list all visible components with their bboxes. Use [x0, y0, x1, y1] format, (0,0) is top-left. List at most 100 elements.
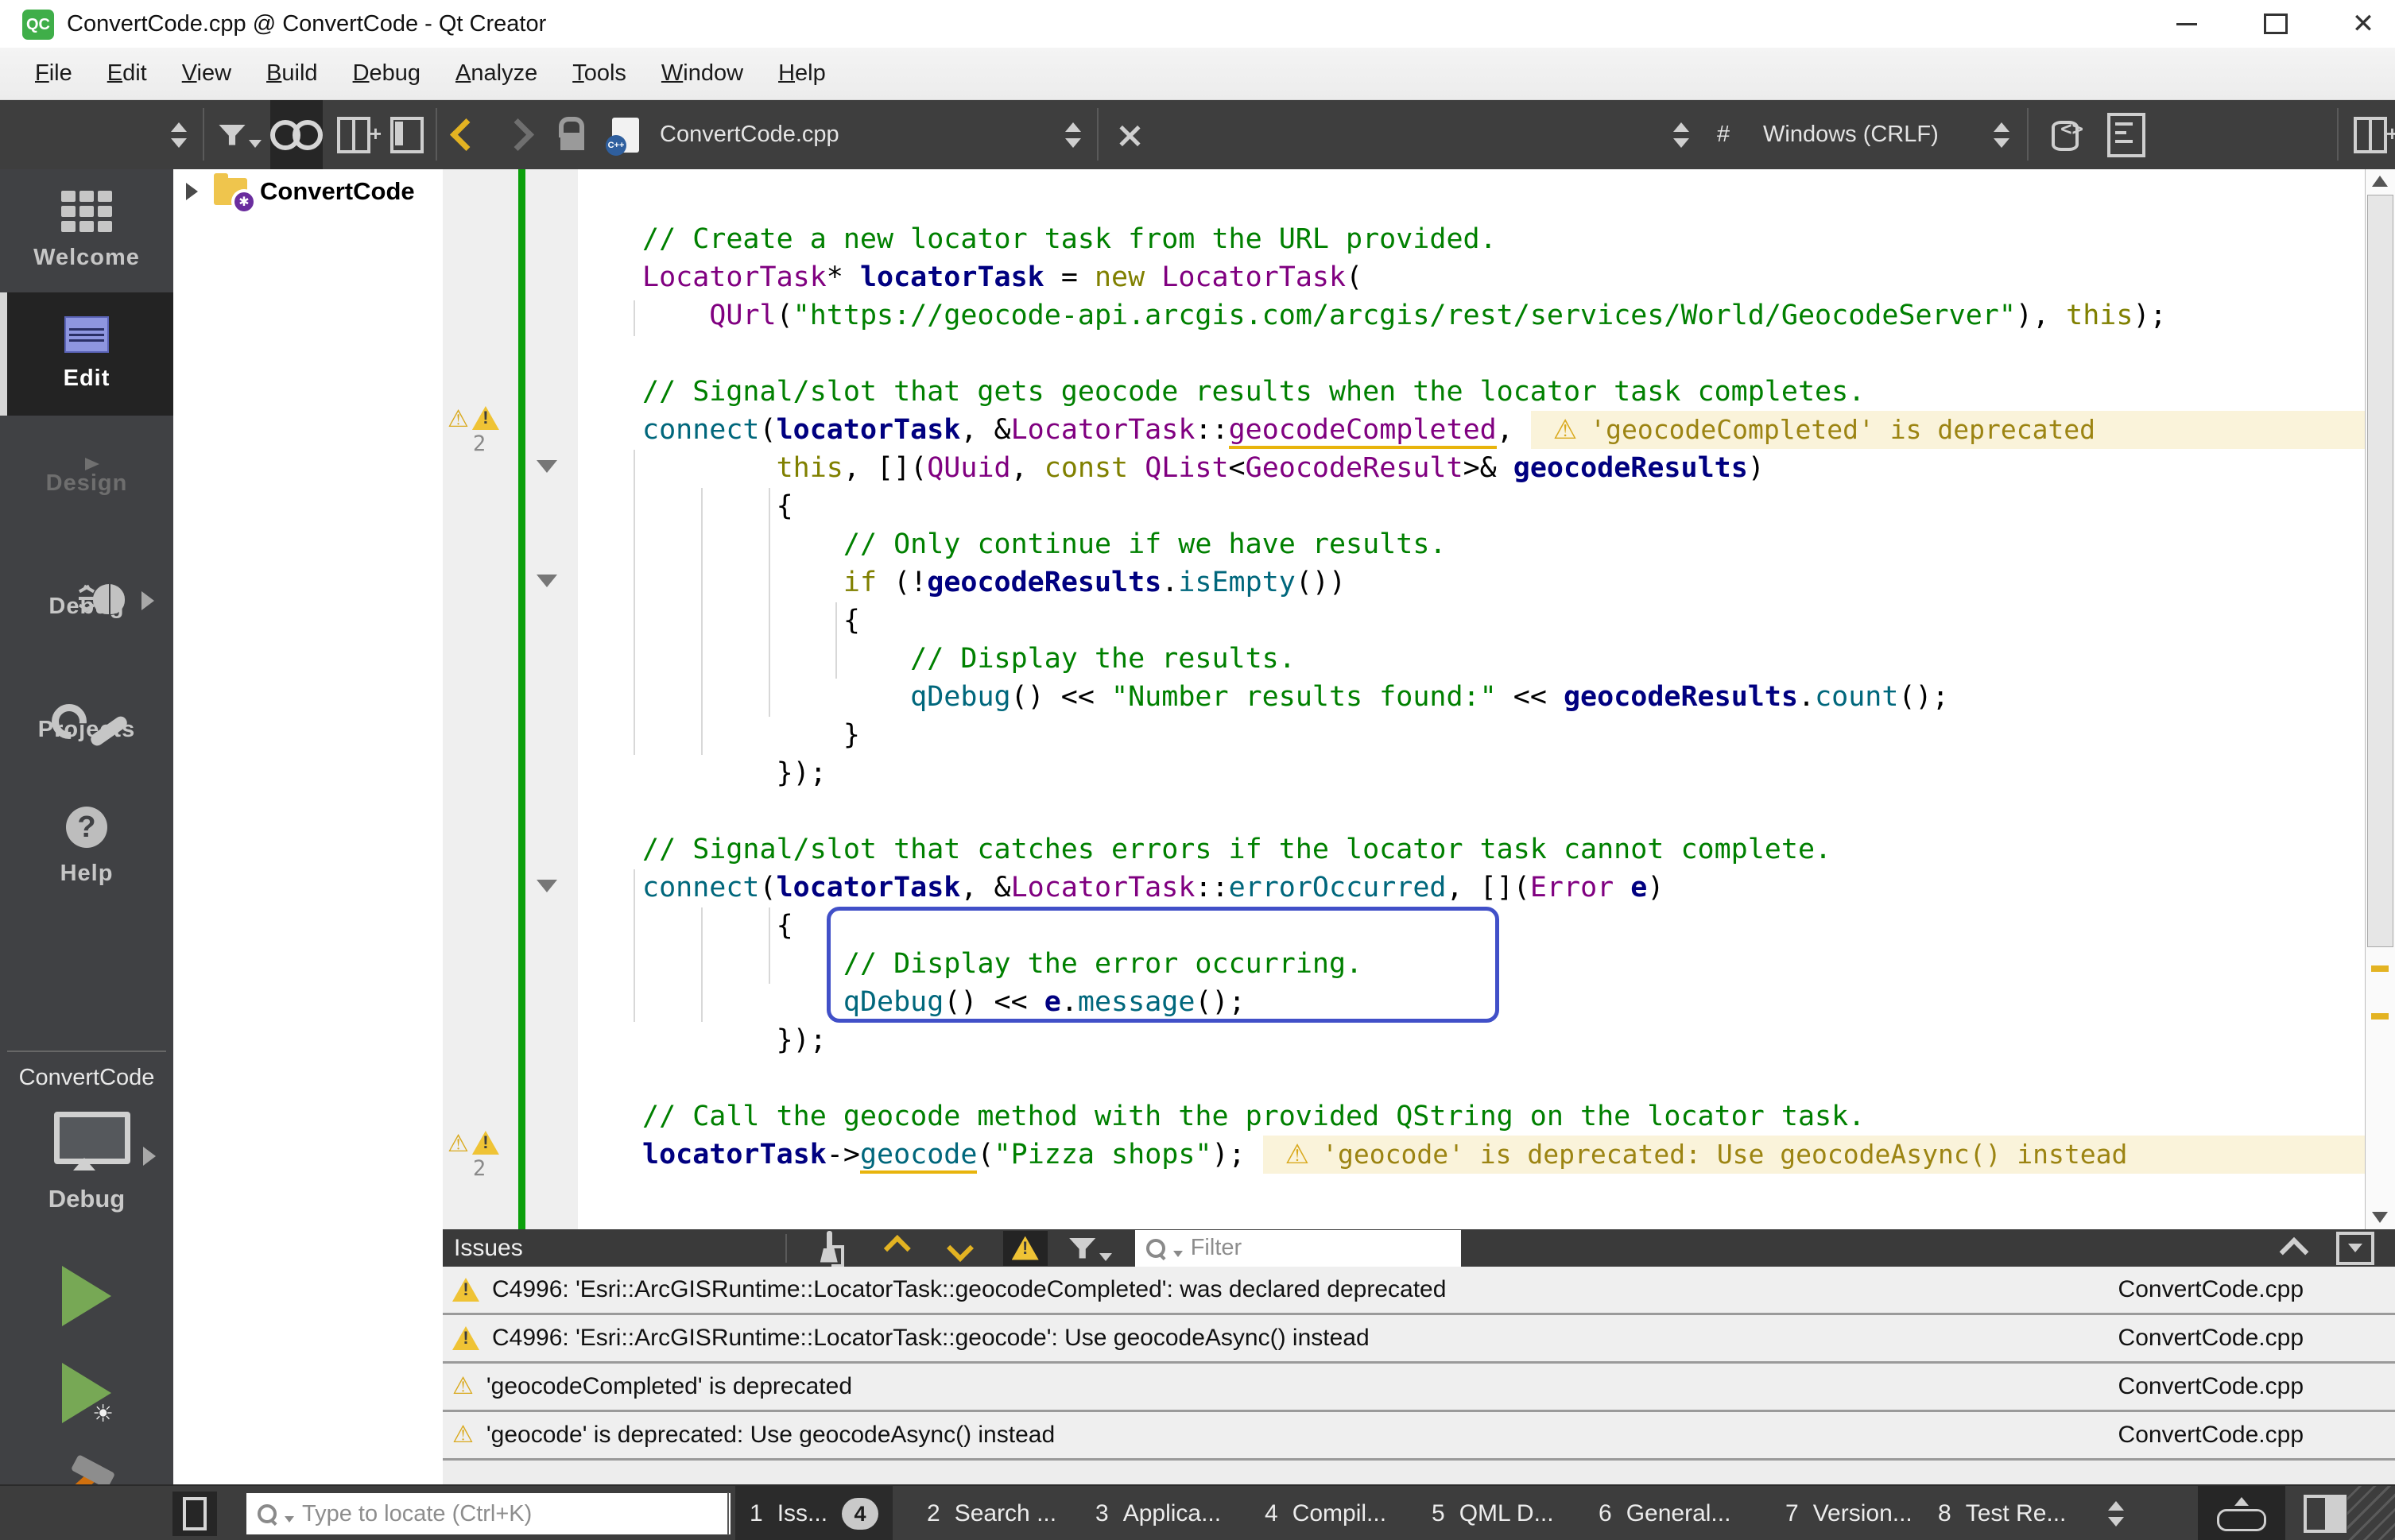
- toggle-left-sidebar-icon[interactable]: [169, 1486, 221, 1540]
- code-line[interactable]: // Signal/slot that gets geocode results…: [578, 373, 2366, 411]
- code-line[interactable]: // Create a new locator task from the UR…: [578, 220, 2366, 258]
- pane-spinner[interactable]: [2099, 1486, 2133, 1540]
- code-line[interactable]: this, [](QUuid, const QList<GeocodeResul…: [578, 449, 2366, 487]
- code-fold-arrow-icon[interactable]: [537, 575, 557, 587]
- code-line[interactable]: if (!geocodeResults.isEmpty()): [578, 563, 2366, 602]
- gutter-warning-marker[interactable]: ⚠2: [448, 406, 511, 456]
- annotation-text: 'geocodeCompleted' is deprecated: [1590, 411, 2095, 449]
- expand-arrow-icon[interactable]: [186, 183, 198, 200]
- code-line[interactable]: // Call the geocode method with the prov…: [578, 1097, 2366, 1136]
- mode-help[interactable]: ?Help: [0, 785, 173, 908]
- window-resize-grip[interactable]: [2347, 1486, 2395, 1540]
- code-line[interactable]: // Display the results.: [578, 640, 2366, 678]
- open-document-selector[interactable]: ConvertCode.cpp: [660, 100, 839, 169]
- code-model-icon[interactable]: <>: [2039, 100, 2091, 169]
- code-line[interactable]: connect(locatorTask, &LocatorTask::geoco…: [578, 411, 2366, 449]
- code-line[interactable]: });: [578, 1021, 2366, 1059]
- mode-welcome[interactable]: Welcome: [0, 169, 173, 292]
- filter-tree-icon[interactable]: [215, 100, 265, 169]
- mode-edit[interactable]: Edit: [0, 292, 173, 416]
- encoding-spinner[interactable]: [1986, 100, 2017, 169]
- collapse-panel-icon[interactable]: [2284, 1238, 2304, 1259]
- show-warnings-toggle-icon[interactable]: [1003, 1231, 1048, 1266]
- menu-item-build[interactable]: Build: [266, 60, 318, 87]
- menu-item-debug[interactable]: Debug: [353, 60, 420, 87]
- output-pane-tab-2[interactable]: 2Search ...: [913, 1486, 1071, 1540]
- issue-row[interactable]: ⚠'geocode' is deprecated: Use geocodeAsy…: [443, 1412, 2395, 1461]
- code-fold-arrow-icon[interactable]: [537, 460, 557, 473]
- maximize-button[interactable]: [2258, 6, 2293, 41]
- code-line[interactable]: });: [578, 754, 2366, 792]
- output-pane-tab-4[interactable]: 4Compil...: [1250, 1486, 1401, 1540]
- document-selector-spinner[interactable]: [1057, 100, 1089, 169]
- project-tree-root-item[interactable]: ✱ ConvertCode: [173, 169, 443, 214]
- menu-item-window[interactable]: Window: [661, 60, 743, 87]
- vertical-scrollbar[interactable]: [2365, 169, 2395, 1229]
- synchronize-with-editor-icon[interactable]: [270, 100, 323, 169]
- previous-issue-icon[interactable]: [873, 1231, 917, 1266]
- code-line[interactable]: QUrl("https://geocode-api.arcgis.com/arc…: [578, 296, 2366, 335]
- code-area[interactable]: // Create a new locator task from the UR…: [578, 169, 2366, 1229]
- filter-issues-icon[interactable]: [1068, 1231, 1113, 1266]
- code-line[interactable]: locatorTask->geocode("Pizza shops");⚠'ge…: [578, 1136, 2366, 1174]
- code-line[interactable]: connect(locatorTask, &LocatorTask::error…: [578, 869, 2366, 907]
- menu-item-view[interactable]: View: [182, 60, 231, 87]
- code-line[interactable]: // Only continue if we have results.: [578, 525, 2366, 563]
- go-forward-icon[interactable]: [497, 100, 538, 169]
- debug-run-button[interactable]: ☀: [55, 1363, 118, 1423]
- code-line[interactable]: [578, 1059, 2366, 1097]
- close-document-icon[interactable]: [1109, 100, 1150, 169]
- output-pane-tab-3[interactable]: 3Applica...: [1081, 1486, 1235, 1540]
- next-issue-icon[interactable]: [938, 1231, 982, 1266]
- close-button[interactable]: ✕: [2346, 6, 2381, 41]
- warning-count: 2: [448, 1156, 511, 1181]
- code-line[interactable]: [578, 335, 2366, 373]
- code-line[interactable]: LocatorTask* locatorTask = new LocatorTa…: [578, 258, 2366, 296]
- menu-item-tools[interactable]: Tools: [572, 60, 626, 87]
- menu-item-analyze[interactable]: Analyze: [455, 60, 537, 87]
- scroll-down-arrow-icon[interactable]: [2372, 1212, 2388, 1223]
- clean-issues-icon[interactable]: [808, 1231, 852, 1266]
- split-editor-icon[interactable]: [330, 100, 378, 169]
- mode-projects[interactable]: Projects: [0, 662, 173, 785]
- issue-row[interactable]: C4996: 'Esri::ArcGISRuntime::LocatorTask…: [443, 1315, 2395, 1364]
- split-new-window-icon[interactable]: [2347, 100, 2394, 169]
- output-pane-tab-1[interactable]: 1Iss...4: [735, 1486, 893, 1540]
- output-pane-tab-7[interactable]: 7Version...: [1771, 1486, 1927, 1540]
- encoding-selector[interactable]: Windows (CRLF): [1763, 100, 1939, 169]
- menu-item-help[interactable]: Help: [778, 60, 826, 87]
- code-line[interactable]: }: [578, 716, 2366, 754]
- output-pane-tab-5[interactable]: 5QML D...: [1417, 1486, 1568, 1540]
- sidebar-selector-spinner[interactable]: [163, 100, 195, 169]
- file-lock-icon[interactable]: [550, 100, 595, 169]
- code-line[interactable]: {: [578, 487, 2366, 525]
- line-number-spinner[interactable]: [1665, 100, 1697, 169]
- code-line[interactable]: [578, 792, 2366, 830]
- kit-selector-button[interactable]: [0, 1112, 173, 1164]
- gutter-warning-marker[interactable]: ⚠2: [448, 1131, 511, 1181]
- menu-item-edit[interactable]: Edit: [107, 60, 147, 87]
- output-pane-tab-6[interactable]: 6General...: [1584, 1486, 1745, 1540]
- code-fold-arrow-icon[interactable]: [537, 880, 557, 892]
- toggle-right-sidebar-icon[interactable]: [2301, 1486, 2349, 1540]
- maximize-panel-icon[interactable]: [2336, 1232, 2374, 1265]
- issue-row[interactable]: ⚠'geocodeCompleted' is deprecatedConvert…: [443, 1364, 2395, 1412]
- run-button[interactable]: [0, 1266, 173, 1326]
- mode-debug[interactable]: Debug: [0, 539, 173, 662]
- issue-row[interactable]: C4996: 'Esri::ArcGISRuntime::LocatorTask…: [443, 1267, 2395, 1315]
- scroll-up-arrow-icon[interactable]: [2372, 176, 2388, 187]
- minimize-button[interactable]: [2169, 6, 2204, 41]
- locator-input[interactable]: Type to locate (Ctrl+K): [246, 1493, 731, 1534]
- issues-filter-input[interactable]: Filter: [1135, 1230, 1461, 1267]
- code-line[interactable]: {: [578, 602, 2366, 640]
- document-outline-icon[interactable]: [2100, 100, 2153, 169]
- code-line[interactable]: qDebug() << "Number results found:" << g…: [578, 678, 2366, 716]
- menu-item-file[interactable]: File: [35, 60, 72, 87]
- close-split-icon[interactable]: [383, 100, 431, 169]
- target-monitor-icon: [54, 1112, 119, 1164]
- output-pane-tab-8[interactable]: 8Test Re...: [1924, 1486, 2080, 1540]
- scrollbar-thumb[interactable]: [2367, 195, 2393, 947]
- build-progress-button[interactable]: [2198, 1486, 2285, 1540]
- go-back-icon[interactable]: [445, 100, 486, 169]
- code-line[interactable]: // Signal/slot that catches errors if th…: [578, 830, 2366, 869]
